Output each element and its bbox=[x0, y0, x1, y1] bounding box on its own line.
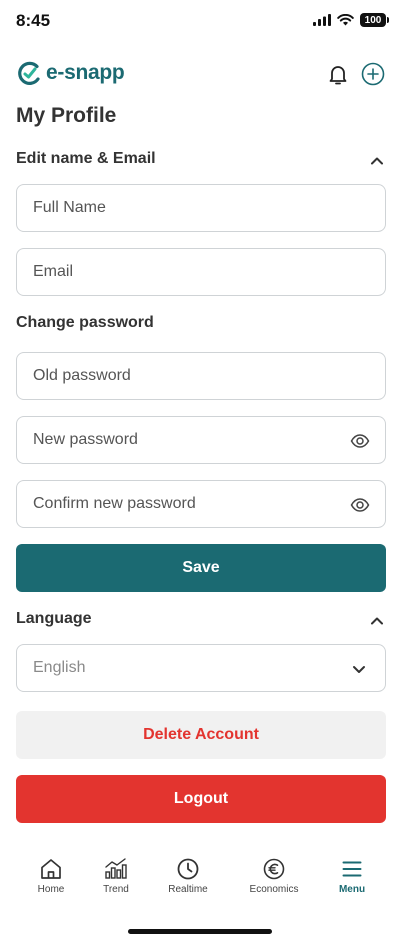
tab-economics[interactable]: Economics bbox=[236, 848, 312, 904]
show-new-password-button[interactable] bbox=[350, 432, 370, 450]
status-time: 8:45 bbox=[16, 11, 51, 30]
notifications-button[interactable] bbox=[326, 62, 350, 86]
chart-icon bbox=[105, 858, 127, 879]
logo-text: e-snapp bbox=[46, 61, 125, 84]
chevron-up-icon bbox=[371, 617, 383, 625]
wifi-icon bbox=[337, 14, 354, 26]
email-input[interactable] bbox=[17, 249, 385, 295]
home-indicator bbox=[128, 929, 272, 934]
new-password-field bbox=[16, 416, 386, 464]
eye-icon bbox=[350, 498, 370, 512]
section-header-language: Language bbox=[16, 610, 386, 632]
new-password-input[interactable] bbox=[17, 417, 385, 463]
logo: e-snapp bbox=[16, 60, 125, 86]
home-icon bbox=[41, 859, 61, 879]
language-selected-value: English bbox=[33, 659, 86, 676]
logout-button[interactable]: Logout bbox=[16, 775, 386, 823]
chevron-down-icon bbox=[353, 666, 365, 673]
section-title-language: Language bbox=[16, 610, 92, 627]
section-header-name-email: Edit name & Email bbox=[16, 150, 386, 172]
signal-icon bbox=[313, 14, 331, 26]
tab-realtime[interactable]: Realtime bbox=[150, 848, 226, 904]
full-name-field bbox=[16, 184, 386, 232]
status-bar: 8:45 100 bbox=[0, 0, 402, 44]
battery-icon: 100 bbox=[360, 13, 389, 27]
app-header: e-snapp bbox=[0, 58, 402, 90]
tab-label-home: Home bbox=[37, 884, 65, 895]
tab-label-economics: Economics bbox=[249, 884, 299, 895]
tab-menu[interactable]: Menu bbox=[314, 848, 390, 904]
old-password-input[interactable] bbox=[17, 353, 385, 399]
collapse-language-button[interactable] bbox=[368, 612, 386, 630]
plus-circle-icon bbox=[361, 62, 385, 86]
menu-icon bbox=[342, 861, 362, 877]
bell-icon bbox=[329, 66, 347, 85]
language-select[interactable]: English bbox=[16, 644, 386, 692]
battery-level: 100 bbox=[364, 14, 382, 26]
delete-account-button[interactable]: Delete Account bbox=[16, 711, 386, 759]
tab-label-realtime: Realtime bbox=[168, 884, 208, 895]
page-title: My Profile bbox=[16, 104, 117, 127]
add-button[interactable] bbox=[361, 62, 385, 86]
tab-trend[interactable]: Trend bbox=[78, 848, 154, 904]
status-icons: 100 bbox=[313, 13, 389, 27]
clock-icon bbox=[177, 858, 199, 880]
section-header-password: Change password bbox=[16, 314, 386, 336]
section-title-name-email: Edit name & Email bbox=[16, 150, 156, 167]
show-confirm-password-button[interactable] bbox=[350, 496, 370, 514]
chevron-up-icon bbox=[371, 157, 383, 165]
bottom-tab-bar: Home Trend Realtime Economics Menu bbox=[0, 848, 402, 908]
section-title-password: Change password bbox=[16, 314, 154, 331]
tab-label-trend: Trend bbox=[103, 884, 129, 895]
old-password-field bbox=[16, 352, 386, 400]
full-name-input[interactable] bbox=[17, 185, 385, 231]
euro-icon bbox=[263, 858, 285, 880]
logo-mark-icon bbox=[18, 61, 40, 85]
confirm-password-input[interactable] bbox=[17, 481, 385, 527]
email-field bbox=[16, 248, 386, 296]
tab-label-menu: Menu bbox=[338, 884, 366, 895]
collapse-name-email-button[interactable] bbox=[368, 152, 386, 170]
confirm-password-field bbox=[16, 480, 386, 528]
eye-icon bbox=[350, 434, 370, 448]
save-button[interactable]: Save bbox=[16, 544, 386, 592]
